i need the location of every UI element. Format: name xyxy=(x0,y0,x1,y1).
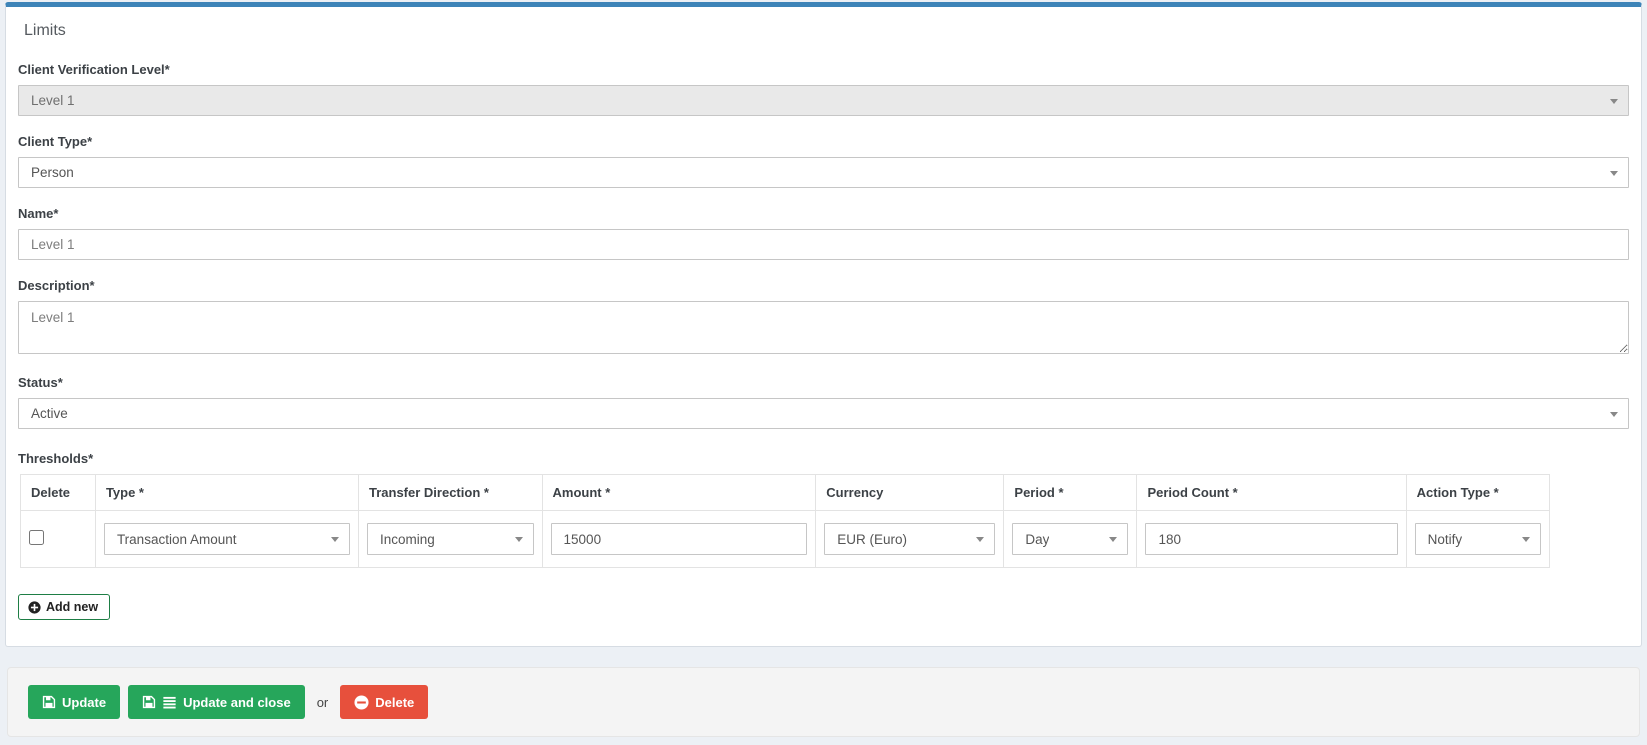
action-type-value: Notify xyxy=(1427,531,1463,547)
field-group-client-type: Client Type* Person xyxy=(18,134,1629,188)
chevron-down-icon xyxy=(1522,537,1531,542)
thresholds-label: Thresholds* xyxy=(18,451,94,466)
amount-cell xyxy=(541,510,817,568)
currency-cell: EUR (Euro) xyxy=(815,510,1005,568)
client-verification-level-select[interactable]: Level 1 xyxy=(18,85,1629,116)
client-type-value: Person xyxy=(31,165,74,180)
col-header-period: Period * xyxy=(1003,474,1138,511)
col-header-transfer-direction: Transfer Direction * xyxy=(358,474,543,511)
chevron-down-icon xyxy=(1610,411,1618,417)
chevron-down-icon xyxy=(331,537,339,542)
threshold-row: Transaction Amount Incoming EUR (Euro) xyxy=(20,510,1551,568)
update-and-close-button[interactable]: Update and close xyxy=(128,685,305,719)
update-button[interactable]: Update xyxy=(28,685,121,719)
chevron-down-icon xyxy=(976,537,985,542)
period-value: Day xyxy=(1025,531,1050,547)
col-header-type: Type * xyxy=(94,474,360,511)
limits-panel: Limits Client Verification Level* Level … xyxy=(5,2,1642,647)
add-new-label: Add new xyxy=(46,600,99,614)
col-header-amount: Amount * xyxy=(541,474,817,511)
client-verification-level-value: Level 1 xyxy=(31,93,75,108)
thresholds-table: Delete Type * Transfer Direction * Amoun… xyxy=(20,474,1551,568)
chevron-down-icon xyxy=(514,537,523,542)
field-group-client-verification-level: Client Verification Level* Level 1 xyxy=(18,62,1629,116)
page-title: Limits xyxy=(24,22,66,39)
add-new-button[interactable]: Add new xyxy=(18,594,111,620)
delete-button[interactable]: Delete xyxy=(340,685,429,719)
save-icon xyxy=(42,695,56,709)
type-select[interactable]: Transaction Amount xyxy=(103,523,350,555)
minus-circle-icon xyxy=(354,694,369,710)
delete-cell xyxy=(20,510,96,568)
status-label: Status* xyxy=(18,375,63,390)
transfer-direction-select[interactable]: Incoming xyxy=(367,523,534,555)
col-header-delete: Delete xyxy=(20,474,96,511)
col-header-currency: Currency xyxy=(815,474,1005,511)
description-textarea[interactable]: Level 1 xyxy=(18,301,1629,354)
action-type-select[interactable]: Notify xyxy=(1414,523,1542,555)
client-verification-level-label: Client Verification Level* xyxy=(18,62,170,77)
chevron-down-icon xyxy=(1610,170,1618,176)
status-select[interactable]: Active xyxy=(18,398,1629,429)
save-icon xyxy=(142,695,156,709)
field-group-status: Status* Active xyxy=(18,375,1629,429)
currency-select[interactable]: EUR (Euro) xyxy=(824,523,996,555)
list-icon xyxy=(162,695,177,709)
period-cell: Day xyxy=(1003,510,1138,568)
currency-value: EUR (Euro) xyxy=(837,531,908,547)
type-cell: Transaction Amount xyxy=(94,510,360,568)
name-input[interactable] xyxy=(18,229,1629,260)
delete-checkbox[interactable] xyxy=(29,530,44,545)
amount-input[interactable] xyxy=(550,523,808,555)
update-and-close-label: Update and close xyxy=(183,694,291,710)
period-count-input[interactable] xyxy=(1145,523,1398,555)
type-value: Transaction Amount xyxy=(116,531,237,547)
plus-circle-icon xyxy=(28,600,41,614)
field-group-name: Name* xyxy=(18,206,1629,260)
thresholds-header-row: Delete Type * Transfer Direction * Amoun… xyxy=(20,474,1551,511)
chevron-down-icon xyxy=(1610,98,1618,104)
update-label: Update xyxy=(62,694,107,710)
client-type-select[interactable]: Person xyxy=(18,157,1629,188)
status-value: Active xyxy=(31,406,68,421)
transfer-direction-value: Incoming xyxy=(380,531,435,547)
field-group-description: Description* Level 1 xyxy=(18,278,1629,357)
delete-label: Delete xyxy=(375,694,415,710)
client-type-label: Client Type* xyxy=(18,134,93,149)
footer-actions: Update Update and close or Delete xyxy=(7,667,1640,737)
col-header-period-count: Period Count * xyxy=(1136,474,1407,511)
transfer-direction-cell: Incoming xyxy=(358,510,543,568)
chevron-down-icon xyxy=(1109,537,1118,542)
or-text: or xyxy=(316,694,329,710)
period-count-cell xyxy=(1136,510,1407,568)
period-select[interactable]: Day xyxy=(1012,523,1129,555)
col-header-action-type: Action Type * xyxy=(1405,474,1551,511)
description-label: Description* xyxy=(18,278,95,293)
name-label: Name* xyxy=(18,206,59,221)
action-type-cell: Notify xyxy=(1405,510,1551,568)
